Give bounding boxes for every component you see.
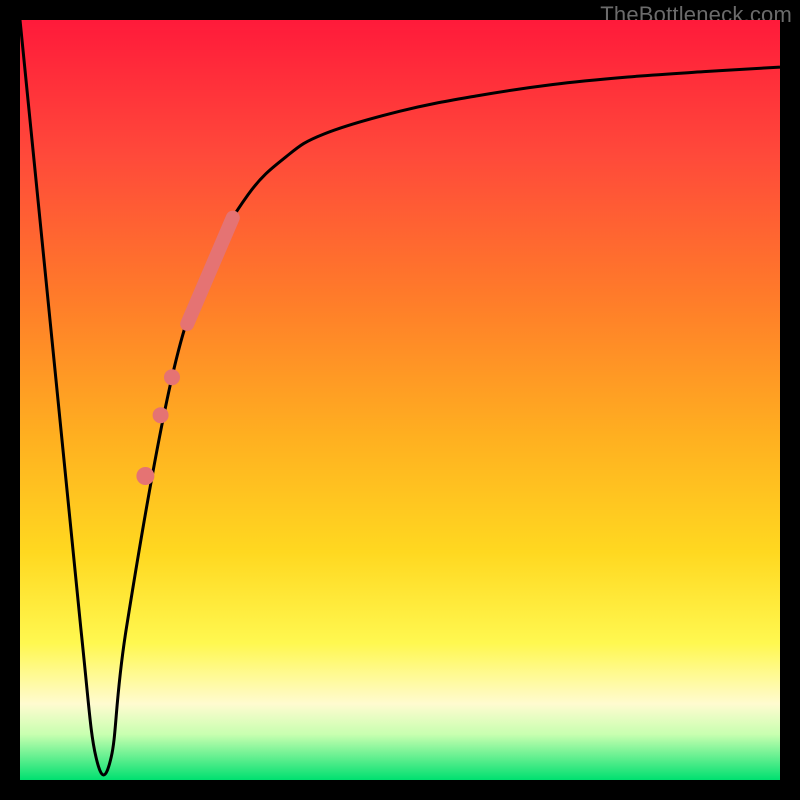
plot-area bbox=[20, 20, 780, 780]
marker-dot-2 bbox=[153, 407, 169, 423]
marker-segment bbox=[187, 218, 233, 324]
chart-svg bbox=[20, 20, 780, 780]
marker-dot-3 bbox=[136, 467, 154, 485]
curve-group bbox=[20, 20, 780, 775]
chart-frame: TheBottleneck.com bbox=[0, 0, 800, 800]
bottleneck-curve bbox=[20, 20, 780, 775]
markers-group bbox=[136, 218, 232, 485]
marker-dot-1 bbox=[164, 369, 180, 385]
